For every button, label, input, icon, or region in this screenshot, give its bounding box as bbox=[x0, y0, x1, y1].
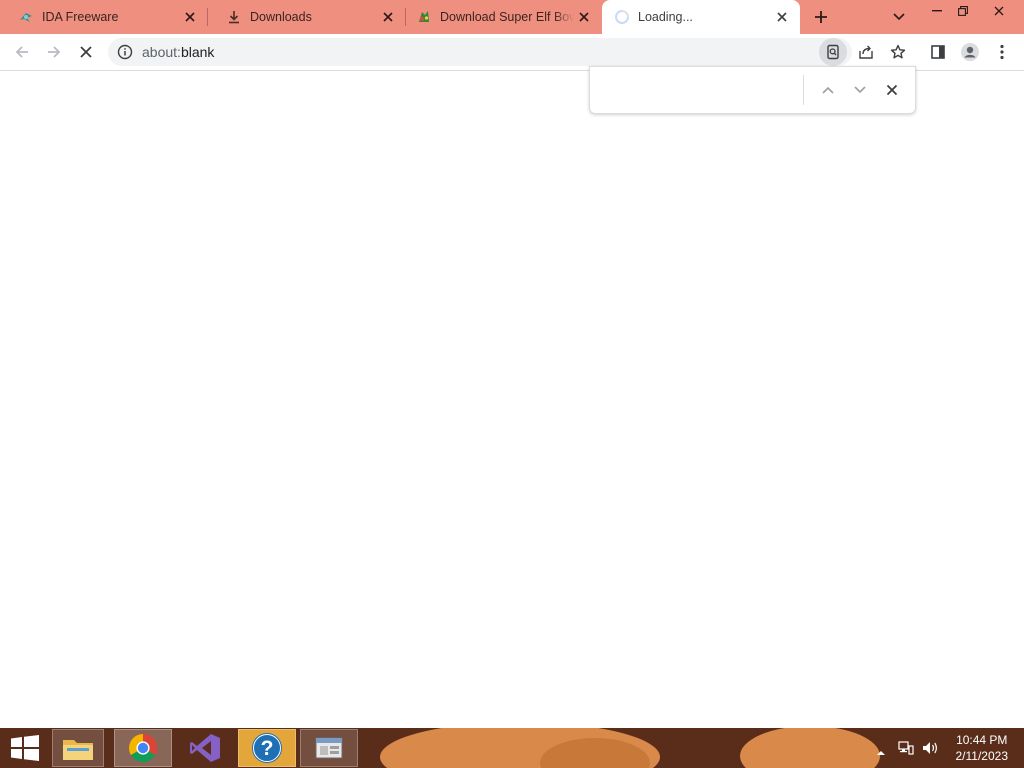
tab-downloads[interactable]: Downloads bbox=[208, 0, 406, 34]
info-icon[interactable] bbox=[117, 44, 133, 60]
control-panel-icon bbox=[315, 737, 343, 759]
find-close-button[interactable] bbox=[880, 78, 904, 102]
tab-ida-freeware[interactable]: IDA Freeware bbox=[0, 0, 208, 34]
arrow-left-icon bbox=[15, 46, 28, 58]
network-icon[interactable] bbox=[898, 740, 914, 756]
tab-loading[interactable]: Loading... bbox=[602, 0, 800, 34]
arrow-right-icon bbox=[48, 46, 61, 58]
url-scheme: about: bbox=[142, 44, 181, 60]
clock-time: 10:44 PM bbox=[956, 733, 1008, 747]
taskbar-control-panel[interactable] bbox=[300, 729, 358, 767]
find-bar bbox=[589, 66, 916, 114]
taskbar-visual-studio[interactable] bbox=[176, 729, 234, 767]
url-text[interactable]: about:blank bbox=[142, 44, 214, 60]
page-content[interactable] bbox=[0, 71, 1024, 728]
file-explorer-icon bbox=[63, 740, 93, 760]
elf-favicon bbox=[416, 9, 432, 25]
window-close-button[interactable] bbox=[984, 0, 1014, 22]
system-clock[interactable]: 10:44 PM 2/11/2023 bbox=[956, 732, 1009, 764]
chevron-up-icon bbox=[822, 86, 834, 94]
url-path: blank bbox=[180, 44, 215, 60]
start-button[interactable] bbox=[0, 729, 50, 767]
tab-strip: IDA Freeware Downloads Download Super El… bbox=[0, 0, 1024, 34]
profile-icon bbox=[961, 43, 979, 61]
find-divider bbox=[803, 75, 804, 105]
side-panel-icon bbox=[931, 45, 945, 59]
tab-title: Download Super Elf Bowling bbox=[440, 10, 574, 24]
zoom-search-icon bbox=[827, 44, 839, 60]
forward-button[interactable] bbox=[40, 38, 68, 66]
tab-search-button[interactable] bbox=[885, 3, 913, 31]
svg-text:?: ? bbox=[261, 737, 274, 760]
chrome-menu-button[interactable] bbox=[988, 38, 1016, 66]
windows-taskbar: ? 10:44 PM 2/11/2023 bbox=[0, 728, 1024, 768]
tab-close-icon[interactable] bbox=[180, 7, 200, 27]
chrome-icon bbox=[129, 734, 157, 762]
close-icon bbox=[994, 6, 1004, 16]
address-bar[interactable] bbox=[108, 38, 852, 66]
tab-title: IDA Freeware bbox=[42, 10, 119, 24]
profile-button[interactable] bbox=[956, 38, 984, 66]
tab-close-icon[interactable] bbox=[574, 7, 594, 27]
show-hidden-icon[interactable] bbox=[876, 744, 886, 755]
tab-close-icon[interactable] bbox=[378, 7, 398, 27]
help-icon: ? bbox=[252, 733, 282, 763]
plus-icon bbox=[815, 11, 827, 23]
find-in-page-button[interactable] bbox=[819, 38, 847, 66]
tab-close-icon[interactable] bbox=[772, 7, 792, 27]
loading-spinner-icon bbox=[614, 9, 630, 25]
ida-favicon bbox=[18, 9, 34, 25]
menu-kebab-icon bbox=[1000, 44, 1004, 60]
find-input[interactable] bbox=[600, 77, 800, 103]
tab-title: Loading... bbox=[638, 10, 693, 24]
stop-loading-button[interactable] bbox=[72, 38, 100, 66]
taskbar-help[interactable]: ? bbox=[238, 729, 296, 767]
back-button[interactable] bbox=[8, 38, 36, 66]
side-panel-button[interactable] bbox=[924, 38, 952, 66]
tab-super-elf-bowling[interactable]: Download Super Elf Bowling bbox=[406, 0, 602, 34]
clock-date: 2/11/2023 bbox=[955, 749, 1009, 763]
wallpaper-shape bbox=[740, 728, 880, 768]
new-tab-button[interactable] bbox=[807, 3, 835, 31]
bookmark-button[interactable] bbox=[884, 38, 912, 66]
visual-studio-icon bbox=[190, 734, 220, 762]
share-icon bbox=[859, 45, 873, 59]
share-button[interactable] bbox=[852, 38, 880, 66]
close-icon bbox=[80, 46, 92, 58]
taskbar-file-explorer[interactable] bbox=[52, 729, 104, 767]
find-previous-button[interactable] bbox=[816, 78, 840, 102]
bookmark-star-icon bbox=[890, 44, 906, 59]
close-icon bbox=[886, 84, 898, 96]
chevron-down-icon bbox=[854, 86, 866, 94]
minimize-icon bbox=[932, 10, 942, 12]
download-icon bbox=[226, 9, 242, 25]
restore-icon bbox=[958, 6, 968, 16]
find-next-button[interactable] bbox=[848, 78, 872, 102]
tab-title: Downloads bbox=[250, 10, 312, 24]
taskbar-chrome[interactable] bbox=[114, 729, 172, 767]
windows-start-icon bbox=[11, 735, 39, 761]
restore-button[interactable] bbox=[948, 0, 978, 22]
chevron-down-icon bbox=[893, 13, 905, 21]
volume-icon[interactable] bbox=[922, 740, 940, 756]
